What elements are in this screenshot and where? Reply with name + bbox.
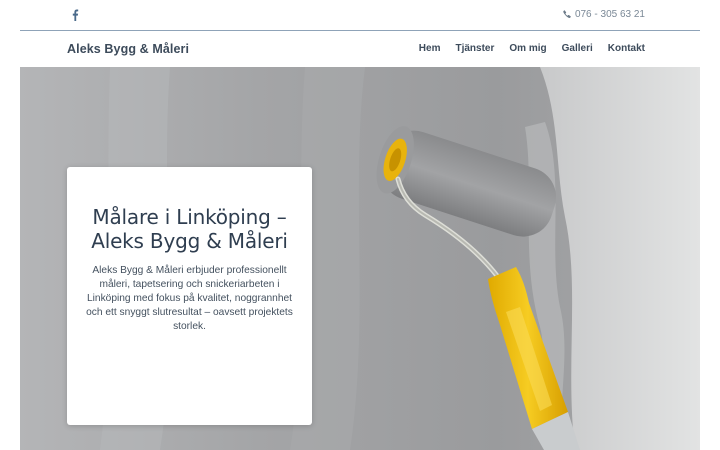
nav-item-kontakt[interactable]: Kontakt	[608, 43, 645, 54]
phone-link[interactable]: 076 - 305 63 21	[563, 9, 645, 20]
main-navigation: Aleks Bygg & Måleri Hem Tjänster Om mig …	[20, 31, 700, 67]
nav-menu: Hem Tjänster Om mig Galleri Kontakt	[419, 43, 645, 54]
hero-title: Målare i Linköping – Aleks Bygg & Måleri	[91, 205, 288, 253]
nav-item-galleri[interactable]: Galleri	[562, 43, 593, 54]
hero-card: Målare i Linköping – Aleks Bygg & Måleri…	[67, 167, 312, 425]
nav-item-om-mig[interactable]: Om mig	[509, 43, 546, 54]
phone-number: 076 - 305 63 21	[574, 9, 645, 20]
facebook-icon[interactable]	[71, 9, 79, 21]
nav-item-tjanster[interactable]: Tjänster	[455, 43, 494, 54]
site-brand[interactable]: Aleks Bygg & Måleri	[67, 42, 189, 56]
top-bar: 076 - 305 63 21	[0, 0, 720, 30]
phone-icon	[563, 10, 571, 19]
hero-description: Aleks Bygg & Måleri erbjuder professione…	[86, 265, 293, 332]
nav-item-hem[interactable]: Hem	[419, 43, 441, 54]
